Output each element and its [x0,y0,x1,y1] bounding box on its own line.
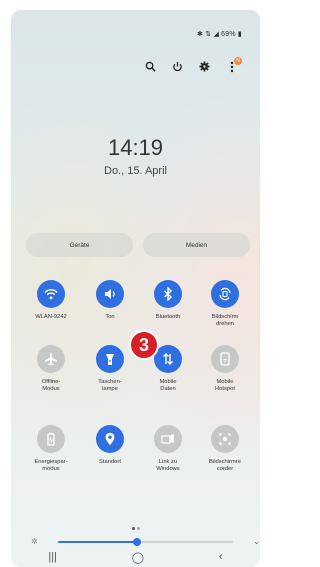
tile-label: Mobile Daten [159,379,177,392]
tile-label: Link zu Windows [156,459,180,472]
tile-wifi[interactable]: WLAN-9242 [23,280,79,321]
quick-settings-panel: ✱ ⇅ ◢ 69% ▮ N 14:19 Do., 15. April Gerät… [11,10,260,567]
sound-icon [96,280,124,308]
tile-hotspot[interactable]: Mobile Hotspot [197,345,253,393]
more-options-icon[interactable]: N [225,57,242,73]
tile-label: Mobile Hotspot [215,379,235,392]
tile-sound[interactable]: Ton [82,280,138,321]
wifi-icon [37,280,65,308]
tile-power-saving[interactable]: Energiespar- modus [23,425,79,473]
recent-apps-icon[interactable]: ||| [48,551,57,563]
hotspot-icon [211,345,239,373]
tile-label: WLAN-9242 [35,314,67,320]
media-button[interactable]: Medien [143,233,250,257]
tile-location[interactable]: Standort [82,425,138,466]
status-bar: ✱ ⇅ ◢ 69% ▮ [197,31,242,38]
tile-offline-mode[interactable]: Offline- Modus [23,345,79,393]
auto-rotate-icon [211,280,239,308]
page-dot-active [131,527,135,530]
power-icon[interactable] [171,60,184,73]
step-number-badge: 3 [129,330,159,360]
brightness-sun-icon: ✲ [31,537,38,546]
bluetooth-icon [154,280,182,308]
tile-label: Bildschirmre corder [209,459,241,472]
home-icon[interactable]: ◯ [132,551,144,564]
page-dot [136,527,140,530]
tile-label: Ton [105,314,115,320]
tile-label: Offline- Modus [41,379,61,392]
clock-date: Do., 15. April [104,165,167,177]
tile-bluetooth[interactable]: Bluetooth [140,280,196,321]
tile-screen-recorder[interactable]: Bildschirmre corder [197,425,253,473]
clock-time: 14:19 [107,135,164,160]
tile-label: Taschen- lampe [98,379,122,392]
search-icon[interactable] [144,60,157,73]
screen-recorder-icon [211,425,239,453]
tile-label: Standort [99,459,121,465]
airplane-icon [37,345,65,373]
devices-button[interactable]: Geräte [26,233,133,257]
header-icons: N [144,57,242,73]
battery-saver-icon [37,425,65,453]
chevron-down-icon[interactable]: ⌄ [253,537,260,546]
navigation-bar: ||| ◯ ‹ [11,547,260,567]
tile-link-to-windows[interactable]: Link zu Windows [140,425,196,473]
gear-icon[interactable] [198,60,211,73]
tile-auto-rotate[interactable]: Bildschirm drehen [197,280,253,328]
tile-label: Bluetooth [155,314,181,320]
tile-label: Energiespar- modus [34,459,68,472]
tile-label: Bildschirm drehen [211,314,239,327]
brightness-track[interactable] [58,538,233,546]
flashlight-icon [96,345,124,373]
page-indicator [11,517,260,535]
link-windows-icon [154,425,182,453]
brightness-fill [58,541,137,543]
back-icon[interactable]: ‹ [219,551,223,563]
brightness-handle[interactable] [132,538,141,546]
tile-flashlight[interactable]: Taschen- lampe [82,345,138,393]
notification-badge: N [234,57,242,65]
location-icon [96,425,124,453]
